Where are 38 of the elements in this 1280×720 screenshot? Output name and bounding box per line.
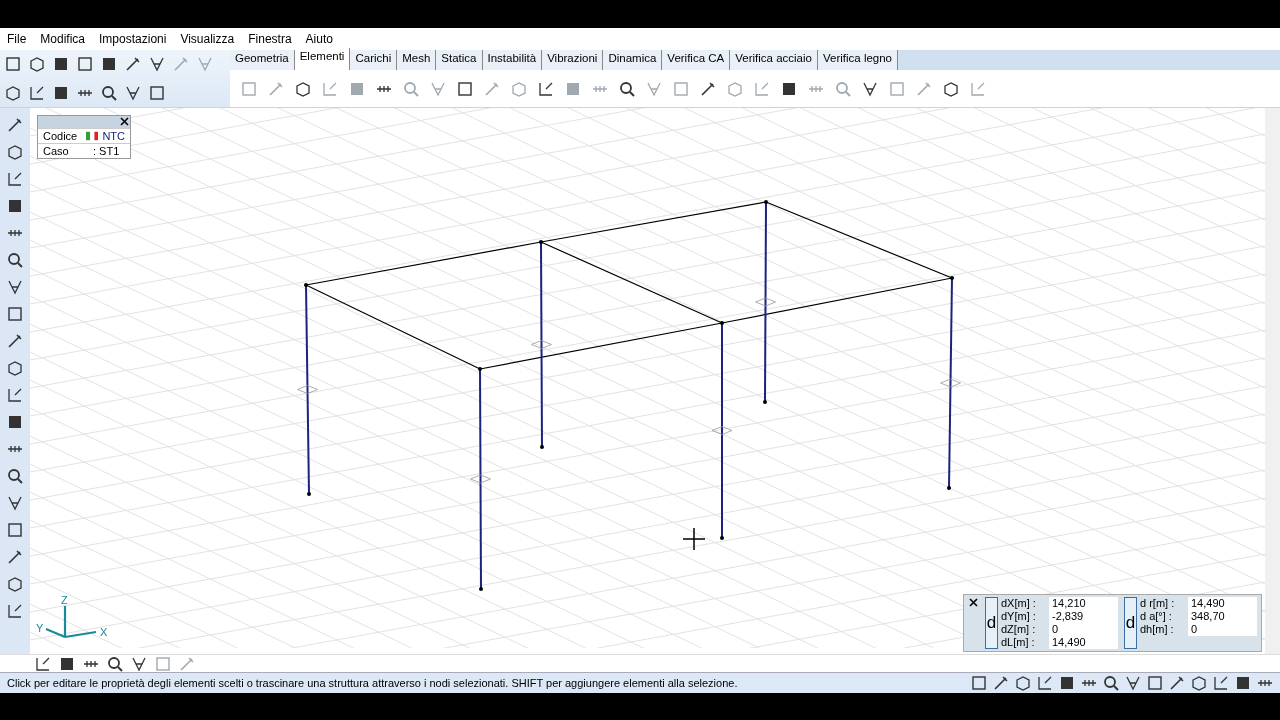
measure-label: dX[m] : xyxy=(1001,597,1037,610)
ribbon-tab[interactable]: Statica xyxy=(436,50,483,70)
menu-item[interactable]: Visualizza xyxy=(173,32,242,46)
menu-item[interactable]: File xyxy=(0,32,34,46)
measure-label: dh[m] : xyxy=(1140,623,1175,636)
ribbon-tab[interactable]: Dinamica xyxy=(603,50,663,70)
measure-label: dZ[m] : xyxy=(1001,623,1037,636)
info-label: Caso xyxy=(43,145,70,157)
measure-mode-button[interactable]: d xyxy=(985,597,998,649)
menu-item[interactable]: Aiuto xyxy=(298,32,340,46)
ribbon-tab[interactable]: Instabilità xyxy=(482,50,543,70)
menu-item[interactable]: Impostazioni xyxy=(92,32,174,46)
measure-mode-button[interactable]: d xyxy=(1124,597,1137,649)
info-value: NTC xyxy=(102,130,125,142)
measure-label: d a[°] : xyxy=(1140,610,1173,623)
menu-item[interactable]: Modifica xyxy=(33,32,93,46)
ribbon-tab[interactable]: Verifica legno xyxy=(817,50,898,70)
measure-value: -2,839 xyxy=(1049,610,1118,623)
ribbon-tab[interactable]: Geometria xyxy=(230,50,295,70)
measure-value: 14,490 xyxy=(1049,636,1118,649)
measure-value: 14,490 xyxy=(1188,597,1257,610)
measure-value: 348,70 xyxy=(1188,610,1257,623)
measure-label: d r[m] : xyxy=(1140,597,1176,610)
info-value: : ST1 xyxy=(93,145,120,157)
ribbon-tab[interactable]: Verifica acciaio xyxy=(730,50,818,70)
info-label: Codice xyxy=(43,130,79,142)
ribbon-tab[interactable]: Vibrazioni xyxy=(542,50,604,70)
ribbon-tab[interactable]: Elementi xyxy=(294,48,351,70)
menu-item[interactable]: Finestra xyxy=(241,32,299,46)
measure-value: 0 xyxy=(1188,623,1257,636)
measure-value: 0 xyxy=(1049,623,1118,636)
measure-label: dY[m] : xyxy=(1001,610,1037,623)
status-message: Click per editare le proprietà degli elementi scelti o trascinare una struttura attraverso i nodi selezionati. SHIFT per aggiungere elementi alla selezione. xyxy=(6,677,739,689)
ribbon-tab[interactable]: Verifica CA xyxy=(662,50,731,70)
ribbon-tab[interactable]: Carichi xyxy=(350,50,398,70)
measure-label: dL[m] : xyxy=(1001,636,1036,649)
measure-value: 14,210 xyxy=(1049,597,1118,610)
ribbon-tab[interactable]: Mesh xyxy=(397,50,437,70)
